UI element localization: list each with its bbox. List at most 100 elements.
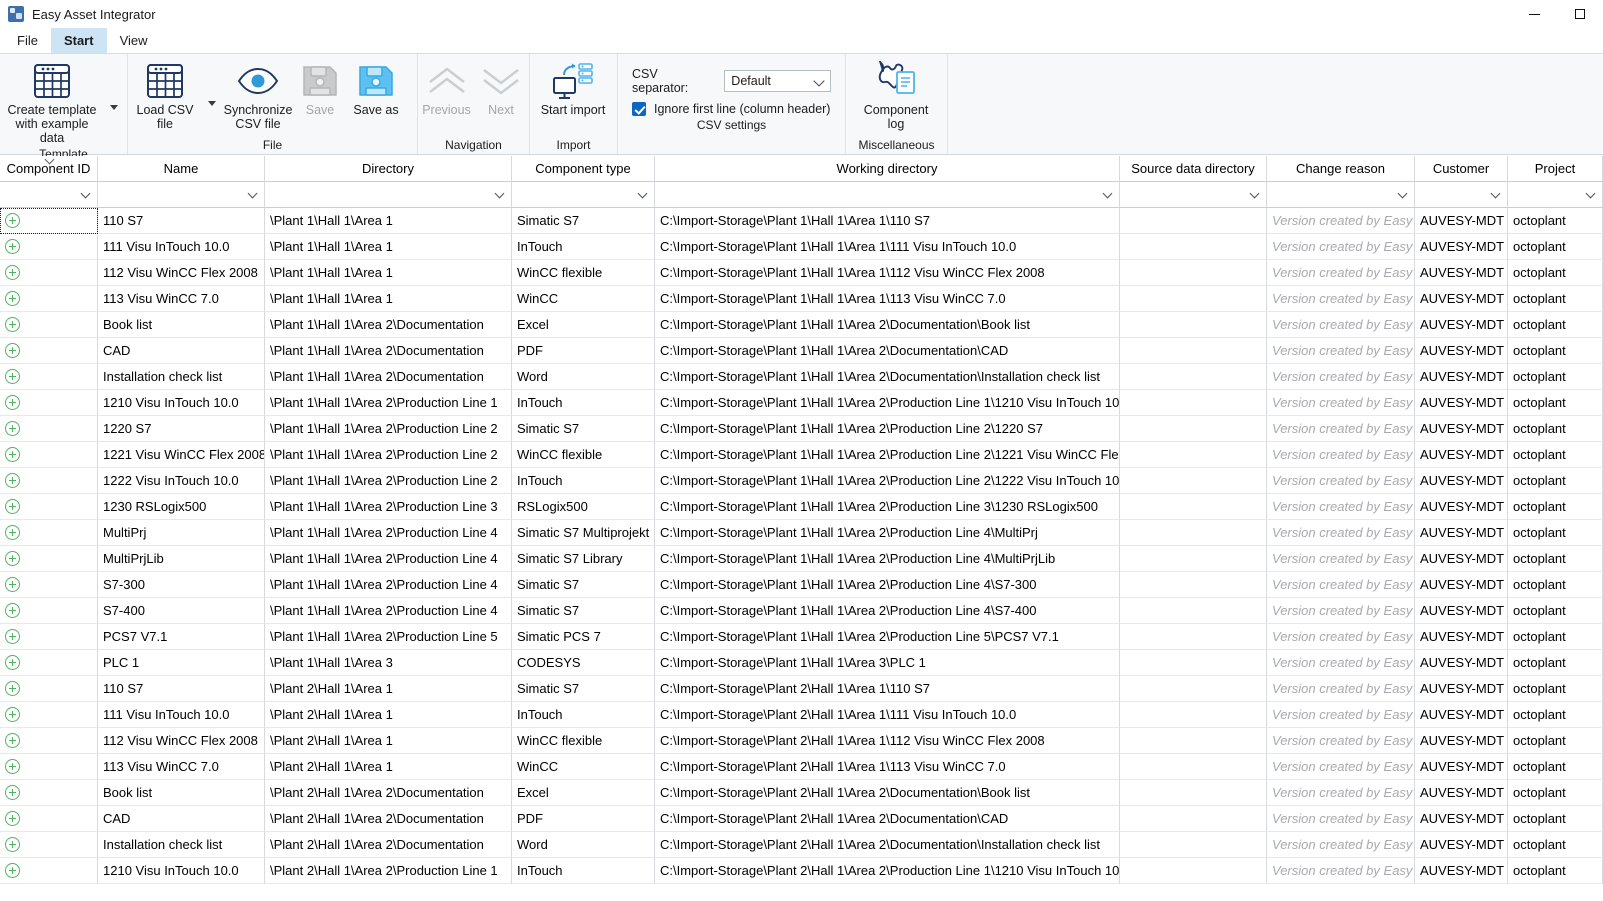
grid-cell-directory[interactable]: \Plant 1\Hall 1\Area 2\Documentation	[265, 312, 512, 338]
grid-cell-component_type[interactable]: Simatic S7	[512, 572, 655, 598]
grid-cell-working_directory[interactable]: C:\Import-Storage\Plant 1\Hall 1\Area 3\…	[655, 650, 1120, 676]
grid-cell-working_directory[interactable]: C:\Import-Storage\Plant 2\Hall 1\Area 1\…	[655, 676, 1120, 702]
grid-cell-directory[interactable]: \Plant 1\Hall 1\Area 2\Production Line 4	[265, 546, 512, 572]
grid-filter-cell-customer[interactable]	[1415, 182, 1508, 208]
grid-cell-source_data_directory[interactable]	[1120, 806, 1267, 832]
grid-cell-customer[interactable]: AUVESY-MDT	[1415, 208, 1508, 234]
grid-filter-cell-name[interactable]	[98, 182, 265, 208]
filter-chevron-down-icon[interactable]	[80, 188, 91, 198]
table-row[interactable]: Book list \Plant 2\Hall 1\Area 2\Document…	[0, 780, 1603, 806]
grid-cell-source_data_directory[interactable]	[1120, 390, 1267, 416]
grid-cell-project[interactable]: octoplant	[1508, 208, 1603, 234]
grid-cell-working_directory[interactable]: C:\Import-Storage\Plant 2\Hall 1\Area 2\…	[655, 832, 1120, 858]
grid-header-cell-name[interactable]: Name	[98, 156, 265, 182]
load-csv-file-button[interactable]: Load CSV file	[128, 58, 202, 131]
grid-cell-directory[interactable]: \Plant 2\Hall 1\Area 1	[265, 728, 512, 754]
table-row[interactable]: CAD \Plant 1\Hall 1\Area 2\Documentation P…	[0, 338, 1603, 364]
grid-cell-working_directory[interactable]: C:\Import-Storage\Plant 1\Hall 1\Area 2\…	[655, 364, 1120, 390]
grid-cell-working_directory[interactable]: C:\Import-Storage\Plant 2\Hall 1\Area 2\…	[655, 858, 1120, 884]
table-row[interactable]: 1210 Visu InTouch 10.0 \Plant 1\Hall 1\Ar…	[0, 390, 1603, 416]
filter-chevron-down-icon[interactable]	[1397, 188, 1408, 198]
grid-cell-name[interactable]: 1221 Visu WinCC Flex 2008	[98, 442, 265, 468]
grid-cell-source_data_directory[interactable]	[1120, 442, 1267, 468]
grid-cell-project[interactable]: octoplant	[1508, 338, 1603, 364]
grid-cell-name[interactable]: CAD	[98, 338, 265, 364]
grid-cell-name[interactable]: 110 S7	[98, 208, 265, 234]
grid-cell-directory[interactable]: \Plant 1\Hall 1\Area 2\Production Line 3	[265, 494, 512, 520]
grid-cell-component_type[interactable]: InTouch	[512, 858, 655, 884]
grid-cell-source_data_directory[interactable]	[1120, 520, 1267, 546]
grid-cell-component_id[interactable]	[0, 468, 98, 494]
grid-cell-source_data_directory[interactable]	[1120, 702, 1267, 728]
grid-cell-component_type[interactable]: Simatic S7	[512, 676, 655, 702]
grid-cell-customer[interactable]: AUVESY-MDT	[1415, 624, 1508, 650]
save-as-button[interactable]: Save as	[346, 58, 406, 117]
grid-cell-change_reason[interactable]: Version created by Easy	[1267, 728, 1415, 754]
grid-cell-change_reason[interactable]: Version created by Easy	[1267, 416, 1415, 442]
grid-cell-name[interactable]: PCS7 V7.1	[98, 624, 265, 650]
grid-header-cell-directory[interactable]: Directory	[265, 156, 512, 182]
grid-cell-change_reason[interactable]: Version created by Easy	[1267, 208, 1415, 234]
add-row-plus-icon[interactable]	[5, 265, 20, 280]
grid-cell-change_reason[interactable]: Version created by Easy	[1267, 312, 1415, 338]
grid-cell-project[interactable]: octoplant	[1508, 390, 1603, 416]
grid-cell-component_id[interactable]	[0, 416, 98, 442]
grid-cell-component_id[interactable]	[0, 806, 98, 832]
grid-cell-name[interactable]: MultiPrj	[98, 520, 265, 546]
grid-cell-source_data_directory[interactable]	[1120, 546, 1267, 572]
grid-cell-change_reason[interactable]: Version created by Easy	[1267, 598, 1415, 624]
create-template-dropdown-button[interactable]	[104, 105, 124, 110]
minimize-button[interactable]	[1511, 0, 1557, 28]
grid-cell-project[interactable]: octoplant	[1508, 520, 1603, 546]
grid-cell-working_directory[interactable]: C:\Import-Storage\Plant 2\Hall 1\Area 1\…	[655, 728, 1120, 754]
grid-cell-customer[interactable]: AUVESY-MDT	[1415, 468, 1508, 494]
grid-cell-component_id[interactable]	[0, 260, 98, 286]
grid-cell-component_type[interactable]: Simatic S7	[512, 598, 655, 624]
grid-cell-customer[interactable]: AUVESY-MDT	[1415, 806, 1508, 832]
grid-header-cell-working_directory[interactable]: Working directory	[655, 156, 1120, 182]
grid-cell-component_id[interactable]	[0, 494, 98, 520]
table-row[interactable]: 112 Visu WinCC Flex 2008 \Plant 1\Hall 1\…	[0, 260, 1603, 286]
grid-cell-component_type[interactable]: Simatic S7 Library	[512, 546, 655, 572]
grid-cell-customer[interactable]: AUVESY-MDT	[1415, 832, 1508, 858]
grid-cell-customer[interactable]: AUVESY-MDT	[1415, 572, 1508, 598]
grid-cell-component_id[interactable]	[0, 286, 98, 312]
grid-cell-component_type[interactable]: WinCC flexible	[512, 260, 655, 286]
grid-cell-customer[interactable]: AUVESY-MDT	[1415, 780, 1508, 806]
filter-chevron-down-icon[interactable]	[1249, 188, 1260, 198]
grid-cell-project[interactable]: octoplant	[1508, 702, 1603, 728]
grid-cell-change_reason[interactable]: Version created by Easy	[1267, 754, 1415, 780]
grid-cell-name[interactable]: Book list	[98, 780, 265, 806]
add-row-plus-icon[interactable]	[5, 655, 20, 670]
grid-body[interactable]: 110 S7 \Plant 1\Hall 1\Area 1 Simatic S7 C:…	[0, 208, 1603, 884]
grid-cell-directory[interactable]: \Plant 2\Hall 1\Area 2\Documentation	[265, 780, 512, 806]
add-row-plus-icon[interactable]	[5, 447, 20, 462]
grid-cell-component_id[interactable]	[0, 312, 98, 338]
add-row-plus-icon[interactable]	[5, 681, 20, 696]
filter-chevron-down-icon[interactable]	[1585, 188, 1596, 198]
grid-cell-component_type[interactable]: InTouch	[512, 702, 655, 728]
grid-cell-directory[interactable]: \Plant 1\Hall 1\Area 1	[265, 286, 512, 312]
grid-cell-component_id[interactable]	[0, 598, 98, 624]
grid-cell-name[interactable]: 1210 Visu InTouch 10.0	[98, 390, 265, 416]
table-row[interactable]: Installation check list \Plant 1\Hall 1\A…	[0, 364, 1603, 390]
add-row-plus-icon[interactable]	[5, 733, 20, 748]
grid-cell-source_data_directory[interactable]	[1120, 598, 1267, 624]
grid-cell-change_reason[interactable]: Version created by Easy	[1267, 676, 1415, 702]
add-row-plus-icon[interactable]	[5, 577, 20, 592]
grid-cell-project[interactable]: octoplant	[1508, 468, 1603, 494]
grid-cell-working_directory[interactable]: C:\Import-Storage\Plant 2\Hall 1\Area 2\…	[655, 780, 1120, 806]
table-row[interactable]: MultiPrjLib \Plant 1\Hall 1\Area 2\Produc…	[0, 546, 1603, 572]
add-row-plus-icon[interactable]	[5, 525, 20, 540]
grid-cell-source_data_directory[interactable]	[1120, 728, 1267, 754]
table-row[interactable]: Book list \Plant 1\Hall 1\Area 2\Document…	[0, 312, 1603, 338]
grid-cell-change_reason[interactable]: Version created by Easy	[1267, 442, 1415, 468]
grid-cell-component_id[interactable]	[0, 702, 98, 728]
grid-cell-customer[interactable]: AUVESY-MDT	[1415, 702, 1508, 728]
grid-cell-name[interactable]: Installation check list	[98, 364, 265, 390]
add-row-plus-icon[interactable]	[5, 551, 20, 566]
grid-cell-name[interactable]: 1210 Visu InTouch 10.0	[98, 858, 265, 884]
filter-chevron-down-icon[interactable]	[494, 188, 505, 198]
grid-cell-project[interactable]: octoplant	[1508, 286, 1603, 312]
grid-cell-name[interactable]: S7-300	[98, 572, 265, 598]
